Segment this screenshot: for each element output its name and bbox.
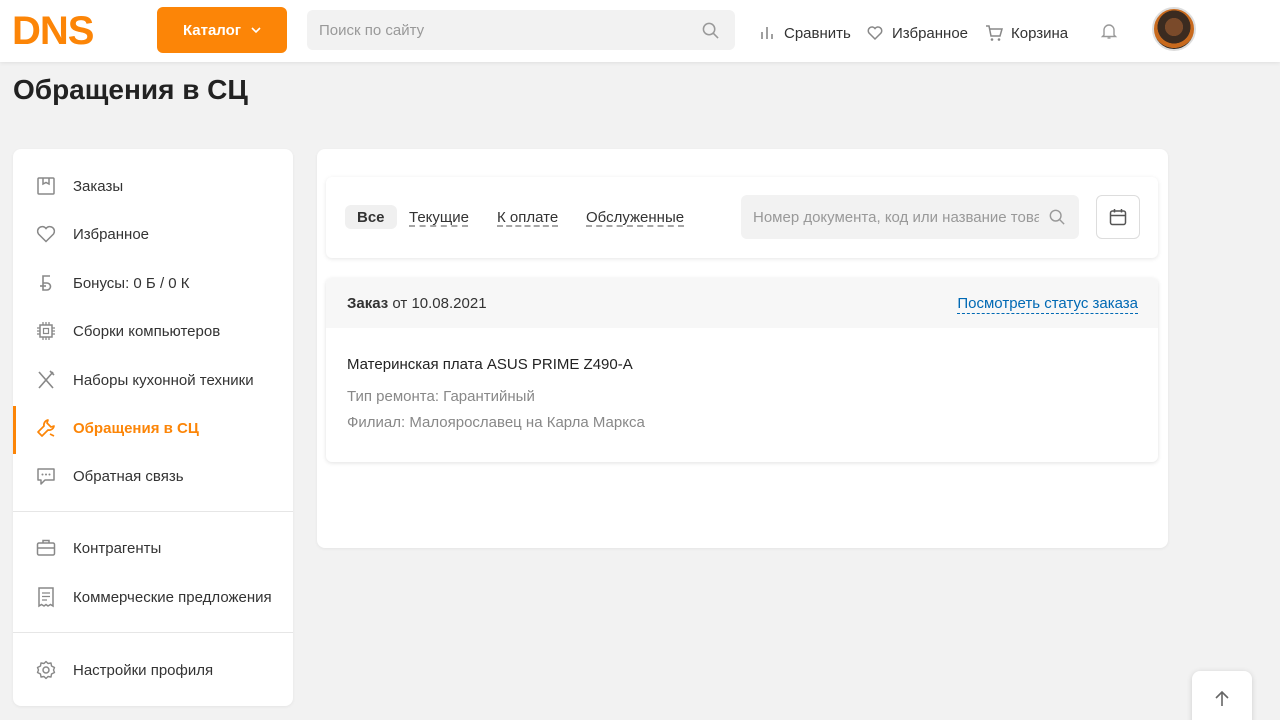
compare-icon: [761, 27, 773, 39]
cart-label: Корзина: [1011, 24, 1069, 42]
wrench-icon: [37, 419, 55, 437]
chip-icon: [37, 322, 55, 340]
sidebar-item-favorites[interactable]: Избранное: [13, 212, 293, 256]
sidebar-item-label: Контрагенты: [73, 539, 162, 557]
tab-to-pay[interactable]: К оплате: [497, 205, 558, 229]
cart-link[interactable]: Корзина: [985, 22, 1068, 44]
main-card: Все Текущие К оплате Обслуженные Заказ о…: [317, 149, 1168, 548]
compare-link[interactable]: Сравнить: [758, 22, 851, 44]
heart-icon: [867, 26, 883, 41]
header: DNS Каталог Сравнить Избранное Корзина: [0, 0, 1280, 62]
scroll-to-top-button[interactable]: [1192, 671, 1252, 720]
search-icon[interactable]: [1049, 209, 1065, 225]
sidebar-item-label: Сборки компьютеров: [73, 322, 221, 340]
order-date: от 10.08.2021: [392, 295, 487, 312]
compare-label: Сравнить: [784, 24, 851, 42]
favorites-link[interactable]: Избранное: [866, 22, 968, 44]
chevron-down-icon: [251, 27, 261, 34]
site-search: [307, 10, 735, 50]
briefcase-icon: [36, 539, 56, 556]
search-icon[interactable]: [702, 22, 719, 39]
tab-current[interactable]: Текущие: [409, 205, 469, 229]
sidebar-item-pc-builds[interactable]: Сборки компьютеров: [13, 309, 293, 353]
sidebar-item-label: Коммерческие предложения: [73, 588, 272, 606]
sidebar-divider: [13, 511, 293, 512]
sidebar-item-label: Бонусы: 0 Б / 0 К: [73, 274, 190, 292]
filter-bar: Все Текущие К оплате Обслуженные: [326, 177, 1158, 258]
sidebar-item-label: Настройки профиля: [73, 661, 214, 679]
repair-type: Тип ремонта: Гарантийный: [347, 388, 535, 405]
catalog-button[interactable]: Каталог: [157, 7, 287, 53]
sidebar-item-label: Заказы: [73, 177, 124, 195]
service-order-card: Заказ от 10.08.2021 Посмотреть статус за…: [326, 278, 1158, 462]
sidebar-item-profile-settings[interactable]: Настройки профиля: [13, 648, 293, 692]
receipt-icon: [38, 587, 54, 608]
sidebar-item-service-requests[interactable]: Обращения в СЦ: [13, 406, 293, 454]
view-order-status-link[interactable]: Посмотреть статус заказа: [957, 295, 1138, 314]
sidebar-divider: [13, 632, 293, 633]
favorites-label: Избранное: [892, 24, 969, 42]
sidebar: Заказы Избранное Бонусы: 0 Б / 0 К Сборк…: [13, 149, 293, 706]
site-search-input[interactable]: [307, 10, 735, 50]
tab-all[interactable]: Все: [345, 205, 397, 229]
date-filter-button[interactable]: [1096, 195, 1140, 239]
order-title: Заказ от 10.08.2021: [347, 295, 487, 312]
document-search: [741, 195, 1079, 239]
gear-icon: [36, 660, 56, 680]
heart-icon: [36, 225, 56, 243]
sidebar-item-label: Избранное: [73, 225, 150, 243]
sidebar-item-commercial-offers[interactable]: Коммерческие предложения: [13, 575, 293, 619]
bonus-icon: [40, 275, 52, 291]
page-title: Обращения в СЦ: [13, 74, 248, 105]
sidebar-item-label: Обращения в СЦ: [73, 419, 199, 437]
sidebar-item-orders[interactable]: Заказы: [13, 164, 293, 208]
user-avatar[interactable]: [1152, 7, 1196, 51]
sidebar-item-kitchen-sets[interactable]: Наборы кухонной техники: [13, 358, 293, 402]
calendar-icon: [1109, 209, 1127, 226]
cart-icon: [986, 25, 1003, 41]
arrow-up-icon: [1215, 690, 1229, 706]
fork-knife-icon: [38, 370, 55, 389]
branch: Филиал: Малоярославец на Карла Маркса: [347, 414, 645, 431]
product-name: Материнская плата ASUS PRIME Z490-A: [347, 356, 633, 373]
sidebar-item-bonuses[interactable]: Бонусы: 0 Б / 0 К: [13, 261, 293, 305]
sidebar-item-label: Наборы кухонной техники: [73, 371, 254, 389]
document-search-input[interactable]: [741, 195, 1079, 239]
sidebar-item-label: Обратная связь: [73, 467, 184, 485]
svg-text:DNS: DNS: [12, 13, 94, 47]
chat-icon: [37, 468, 55, 485]
sidebar-item-contractors[interactable]: Контрагенты: [13, 526, 293, 570]
catalog-label: Каталог: [182, 21, 242, 39]
box-icon: [37, 177, 55, 195]
tab-serviced[interactable]: Обслуженные: [586, 205, 684, 229]
dns-logo[interactable]: DNS: [12, 13, 134, 47]
order-header: Заказ от 10.08.2021 Посмотреть статус за…: [326, 278, 1158, 328]
order-label: Заказ: [347, 295, 389, 312]
sidebar-item-feedback[interactable]: Обратная связь: [13, 454, 293, 498]
bell-icon[interactable]: [1100, 22, 1118, 40]
